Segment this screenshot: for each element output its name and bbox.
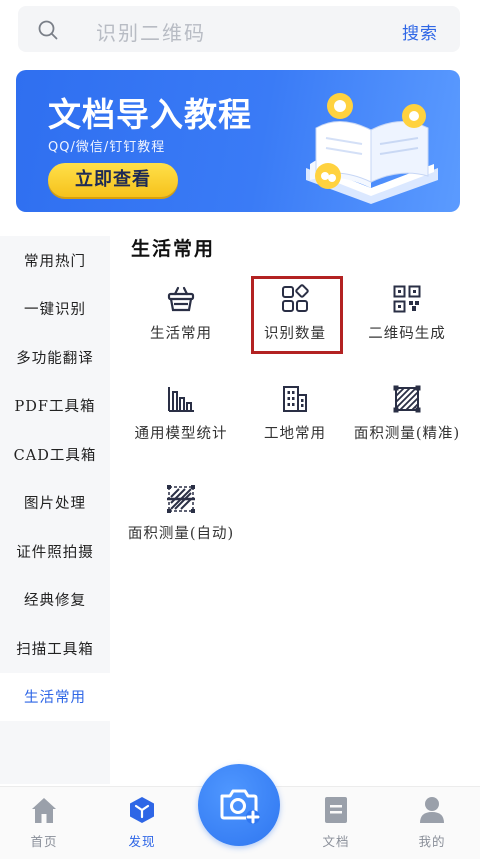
sidebar-item-label: 经典修复 — [24, 593, 86, 610]
building-icon — [283, 386, 307, 412]
tool-model-statistics[interactable]: 通用模型统计 — [122, 384, 240, 464]
search-button[interactable]: 搜索 — [402, 19, 438, 44]
sidebar-item-daily-life[interactable]: 生活常用 — [0, 672, 110, 721]
sidebar-item-label: 多功能翻译 — [16, 350, 94, 367]
nav-home[interactable]: 首页 — [14, 795, 74, 850]
category-sidebar: 常用热门 一键识别 多功能翻译 PDF工具箱 CAD工具箱 图片处理 证件照拍摄… — [0, 236, 110, 784]
sidebar-item-classic-repair[interactable]: 经典修复 — [0, 576, 110, 625]
basket-icon — [167, 286, 195, 312]
tool-label: 面积测量(自动) — [127, 526, 235, 542]
nav-label: 我的 — [418, 834, 446, 849]
sidebar-item-label: 扫描工具箱 — [16, 641, 94, 658]
tool-label: 工地常用 — [264, 426, 326, 442]
camera-add-icon — [220, 789, 260, 824]
nav-label: 首页 — [30, 834, 58, 849]
area-measure-icon — [393, 385, 421, 413]
tool-qr-generate[interactable]: 二维码生成 — [348, 284, 466, 364]
search-bar[interactable]: 识别二维码 搜索 — [18, 6, 460, 52]
qr-code-icon — [393, 285, 421, 313]
home-icon — [32, 798, 56, 823]
banner-title: 文档导入教程 — [48, 95, 252, 134]
sidebar-item-cad-tools[interactable]: CAD工具箱 — [0, 430, 110, 479]
selection-highlight-box — [251, 276, 343, 354]
nav-label: 发现 — [128, 834, 156, 849]
nav-mine[interactable]: 我的 — [402, 795, 462, 850]
promo-banner[interactable]: 文档导入教程 QQ/微信/钉钉教程 立即查看 — [16, 70, 460, 212]
sidebar-item-label: 一键识别 — [24, 302, 86, 319]
tool-label: 面积测量(精准) — [353, 426, 461, 442]
tool-area-measure-auto[interactable]: 面积测量(自动) — [122, 484, 240, 564]
sidebar-item-popular[interactable]: 常用热门 — [0, 236, 110, 285]
open-book-illustration — [306, 93, 438, 204]
discover-cube-icon — [130, 797, 154, 823]
document-icon — [325, 797, 347, 823]
banner-subtitle: QQ/微信/钉钉教程 — [48, 140, 166, 155]
bar-chart-icon — [168, 387, 194, 412]
tool-construction[interactable]: 工地常用 — [236, 384, 354, 464]
nav-documents[interactable]: 文档 — [306, 795, 366, 850]
sidebar-item-id-photo[interactable]: 证件照拍摄 — [0, 527, 110, 576]
sidebar-item-label: 图片处理 — [24, 496, 86, 513]
sidebar-item-pdf-tools[interactable]: PDF工具箱 — [0, 382, 110, 431]
area-measure-auto-icon — [167, 485, 195, 513]
camera-scan-button[interactable] — [198, 764, 280, 846]
nav-discover[interactable]: 发现 — [112, 795, 172, 850]
tool-daily-life[interactable]: 生活常用 — [122, 284, 240, 364]
view-now-button[interactable]: 立即查看 — [48, 163, 178, 197]
tool-label: 通用模型统计 — [134, 426, 228, 442]
tool-label: 二维码生成 — [368, 326, 446, 342]
sidebar-item-label: 生活常用 — [24, 690, 86, 707]
sidebar-item-scan-tools[interactable]: 扫描工具箱 — [0, 624, 110, 673]
tool-label: 生活常用 — [150, 326, 212, 342]
search-icon — [38, 20, 58, 40]
search-input[interactable]: 识别二维码 — [96, 17, 206, 46]
sidebar-item-label: CAD工具箱 — [13, 447, 97, 464]
user-icon — [420, 797, 444, 823]
sidebar-item-label: 证件照拍摄 — [16, 544, 94, 561]
nav-label: 文档 — [322, 834, 350, 849]
sidebar-item-image-processing[interactable]: 图片处理 — [0, 479, 110, 528]
sidebar-item-one-click-recognize[interactable]: 一键识别 — [0, 285, 110, 334]
section-title: 生活常用 — [131, 238, 216, 260]
sidebar-item-label: 常用热门 — [24, 253, 86, 270]
tool-area-measure-precise[interactable]: 面积测量(精准) — [348, 384, 466, 464]
sidebar-item-translate[interactable]: 多功能翻译 — [0, 333, 110, 382]
sidebar-item-label: PDF工具箱 — [14, 399, 96, 416]
